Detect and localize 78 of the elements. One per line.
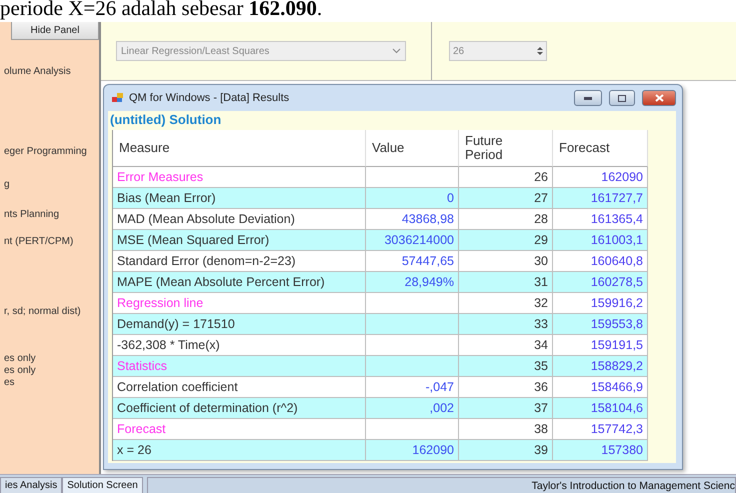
measure-cell: MSE (Mean Squared Error) <box>113 230 366 251</box>
measure-cell: x = 26 <box>113 440 366 461</box>
column-header: Future Period <box>459 130 553 167</box>
module-item[interactable]: nts Planning <box>4 209 99 221</box>
forecast-cell: 159916,2 <box>553 293 648 314</box>
measure-cell: Coefficient of determination (r^2) <box>113 398 366 419</box>
minimize-button[interactable] <box>574 90 602 106</box>
measure-cell: MAD (Mean Absolute Deviation) <box>113 209 366 230</box>
measure-cell: -362,308 * Time(x) <box>113 335 366 356</box>
forecast-cell: 162090 <box>553 167 648 188</box>
maximize-button[interactable] <box>609 90 635 106</box>
period-cell: 35 <box>459 356 553 377</box>
window-title: QM for Windows - [Data] Results <box>129 92 290 104</box>
value-cell: 3036214000 <box>366 230 459 251</box>
value-cell: -,047 <box>366 377 459 398</box>
module-item[interactable]: nt (PERT/CPM) <box>4 236 99 248</box>
measure-cell: MAPE (Mean Absolute Percent Error) <box>113 272 366 293</box>
status-tab[interactable]: Solution Screen <box>62 477 143 493</box>
column-header: Value <box>366 130 459 167</box>
period-cell: 31 <box>459 272 553 293</box>
period-cell: 37 <box>459 398 553 419</box>
forecast-cell: 159191,5 <box>553 335 648 356</box>
measure-cell: Forecast <box>113 419 366 440</box>
period-cell: 39 <box>459 440 553 461</box>
status-tab[interactable]: ies Analysis <box>0 477 62 493</box>
solution-heading: (untitled) Solution <box>109 111 222 129</box>
measure-cell: Correlation coefficient <box>113 377 366 398</box>
measure-cell: Regression line <box>113 293 366 314</box>
module-item[interactable]: eger Programming <box>4 146 99 158</box>
value-cell: 57447,65 <box>366 251 459 272</box>
app-icon <box>112 93 124 103</box>
measure-cell: Standard Error (denom=n-2=23) <box>113 251 366 272</box>
forecast-cell: 158829,2 <box>553 356 648 377</box>
period-cell: 29 <box>459 230 553 251</box>
period-cell: 33 <box>459 314 553 335</box>
module-item[interactable]: es only <box>4 365 99 377</box>
period-cell: 32 <box>459 293 553 314</box>
value-cell: ,002 <box>366 398 459 419</box>
forecast-cell: 159553,8 <box>553 314 648 335</box>
close-icon <box>654 94 664 102</box>
period-cell: 26 <box>459 167 553 188</box>
chevron-icon <box>392 48 401 54</box>
module-item[interactable]: es <box>4 377 99 389</box>
forecast-cell: 158466,9 <box>553 377 648 398</box>
measure-cell: Demand(y) = 171510 <box>113 314 366 335</box>
value-cell: 162090 <box>366 440 459 461</box>
close-button[interactable] <box>642 90 676 106</box>
spinner-arrows-icon <box>537 46 543 56</box>
measure-cell: Statistics <box>113 356 366 377</box>
column-header: Forecast <box>553 130 648 167</box>
status-text: Taylor's Introduction to Management Scienc <box>146 477 736 493</box>
period-cell: 30 <box>459 251 553 272</box>
measure-cell: Bias (Mean Error) <box>113 188 366 209</box>
forecast-cell: 160278,5 <box>553 272 648 293</box>
maximize-icon <box>618 94 626 102</box>
period-cell: 36 <box>459 377 553 398</box>
module-item[interactable]: g <box>4 179 99 191</box>
module-item[interactable]: es only <box>4 353 99 365</box>
forecast-cell: 161003,1 <box>553 230 648 251</box>
value-cell: 43868,98 <box>366 209 459 230</box>
forecast-cell: 157742,3 <box>553 419 648 440</box>
hide-panel-button[interactable]: Hide Panel <box>11 22 99 40</box>
period-cell: 38 <box>459 419 553 440</box>
forecast-cell: 158104,6 <box>553 398 648 419</box>
module-item[interactable]: olume Analysis <box>4 66 99 78</box>
forecast-cell: 161365,4 <box>553 209 648 230</box>
forecast-cell: 157380 <box>553 440 648 461</box>
column-header: Measure <box>113 130 366 167</box>
minimize-icon <box>584 96 592 100</box>
value-cell: 28,949% <box>366 272 459 293</box>
period-cell: 27 <box>459 188 553 209</box>
period-cell: 28 <box>459 209 553 230</box>
period-cell: 34 <box>459 335 553 356</box>
measure-cell: Error Measures <box>113 167 366 188</box>
forecast-cell: 161727,7 <box>553 188 648 209</box>
value-cell: 0 <box>366 188 459 209</box>
forecast-cell: 160640,8 <box>553 251 648 272</box>
module-item[interactable]: r, sd; normal dist) <box>4 306 99 318</box>
